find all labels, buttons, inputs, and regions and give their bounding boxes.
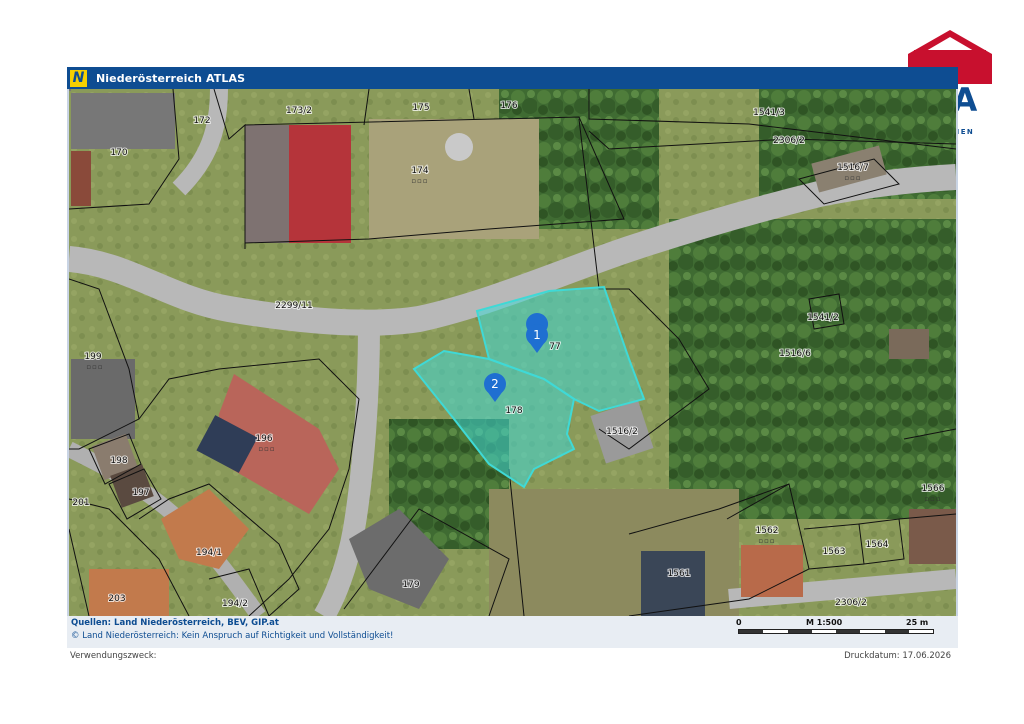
- building-red-roof: [289, 125, 351, 243]
- map-canvas[interactable]: 1 2 172 173/2 175 176 1541/3 170 174 ▫▫▫…: [69, 89, 956, 616]
- forest-right: [669, 219, 956, 519]
- print-date: Druckdatum: 17.06.2026: [844, 651, 951, 661]
- parcel-198: 198: [110, 456, 127, 466]
- scale-start: 0: [736, 618, 742, 627]
- parcel-196-sub: ▫▫▫: [258, 445, 275, 453]
- parcel-1561: 1561: [668, 569, 691, 579]
- purpose-label: Verwendungszweck:: [70, 651, 157, 661]
- parcel-1516-2: 1516/2: [606, 427, 638, 437]
- building-1562: [741, 545, 803, 597]
- atlas-title: Niederösterreich ATLAS: [96, 71, 246, 85]
- map-sources: Quellen: Land Niederösterreich, BEV, GIP…: [71, 618, 279, 628]
- parcel-2306-2-top: 2306/2: [773, 136, 805, 146]
- parcel-194-2: 194/2: [222, 599, 248, 609]
- atlas-header: N Niederösterreich ATLAS: [67, 67, 958, 89]
- parcel-2299-11: 2299/11: [275, 301, 312, 311]
- parcel-170: 170: [110, 148, 127, 158]
- parcel-1516-6: 1516/6: [779, 349, 811, 359]
- map-footer: Quellen: Land Niederösterreich, BEV, GIP…: [67, 616, 958, 648]
- building-grey-roof: [245, 125, 289, 243]
- parcel-199: 199: [84, 352, 101, 362]
- marker-1-label: 1: [533, 328, 541, 342]
- scale-bar: 0 M 1:500 25 m: [734, 616, 954, 646]
- parcel-176: 176: [500, 101, 517, 111]
- parcel-1516-7: 1516/7: [837, 163, 869, 173]
- parcel-203: 203: [108, 594, 125, 604]
- parcel-177: 77: [549, 342, 560, 352]
- marker-2-label: 2: [491, 377, 499, 391]
- parcel-196: 196: [255, 434, 272, 444]
- parcel-178: 178: [505, 406, 522, 416]
- parcel-174-sub: ▫▫▫: [411, 177, 428, 185]
- parcel-175: 175: [412, 103, 429, 113]
- parcel-199-sub: ▫▫▫: [86, 363, 103, 371]
- gazebo: [445, 133, 473, 161]
- scale-end: 25 m: [906, 618, 929, 627]
- parcel-1562-sub: ▫▫▫: [758, 537, 775, 545]
- building-170: [71, 151, 91, 206]
- building-203: [89, 569, 169, 616]
- parcel-1564: 1564: [866, 540, 889, 550]
- parcel-201: 201: [72, 498, 89, 508]
- building-right-edge: [889, 329, 929, 359]
- building-left-top: [69, 89, 71, 91]
- parcel-1562: 1562: [756, 526, 779, 536]
- parcel-1566-sub: ▫▫▫: [924, 495, 941, 503]
- parcel-172: 172: [193, 116, 210, 126]
- parcel-174: 174: [411, 166, 428, 176]
- parcel-194-1: 194/1: [196, 548, 222, 558]
- map-view[interactable]: 1 2 172 173/2 175 176 1541/3 170 174 ▫▫▫…: [67, 89, 958, 616]
- scale-ratio: M 1:500: [806, 618, 843, 627]
- parcel-1541-2: 1541/2: [807, 313, 839, 323]
- parcel-179: 179: [402, 580, 419, 590]
- building-172: [71, 93, 175, 149]
- parcel-197: 197: [132, 488, 149, 498]
- map-disclaimer: © Land Niederösterreich: Kein Anspruch a…: [71, 631, 394, 641]
- noe-logo-icon: N: [70, 69, 87, 87]
- parcel-1516-7-sub: ▫▫▫: [844, 174, 861, 182]
- scale-strip: [738, 629, 934, 634]
- parcel-2306-2-bottom: 2306/2: [835, 598, 867, 608]
- parcel-1563: 1563: [823, 547, 846, 557]
- parcel-1566: 1566: [922, 484, 945, 494]
- parcel-173-2: 173/2: [286, 106, 312, 116]
- building-199: [71, 359, 135, 439]
- parcel-1541-3: 1541/3: [753, 108, 785, 118]
